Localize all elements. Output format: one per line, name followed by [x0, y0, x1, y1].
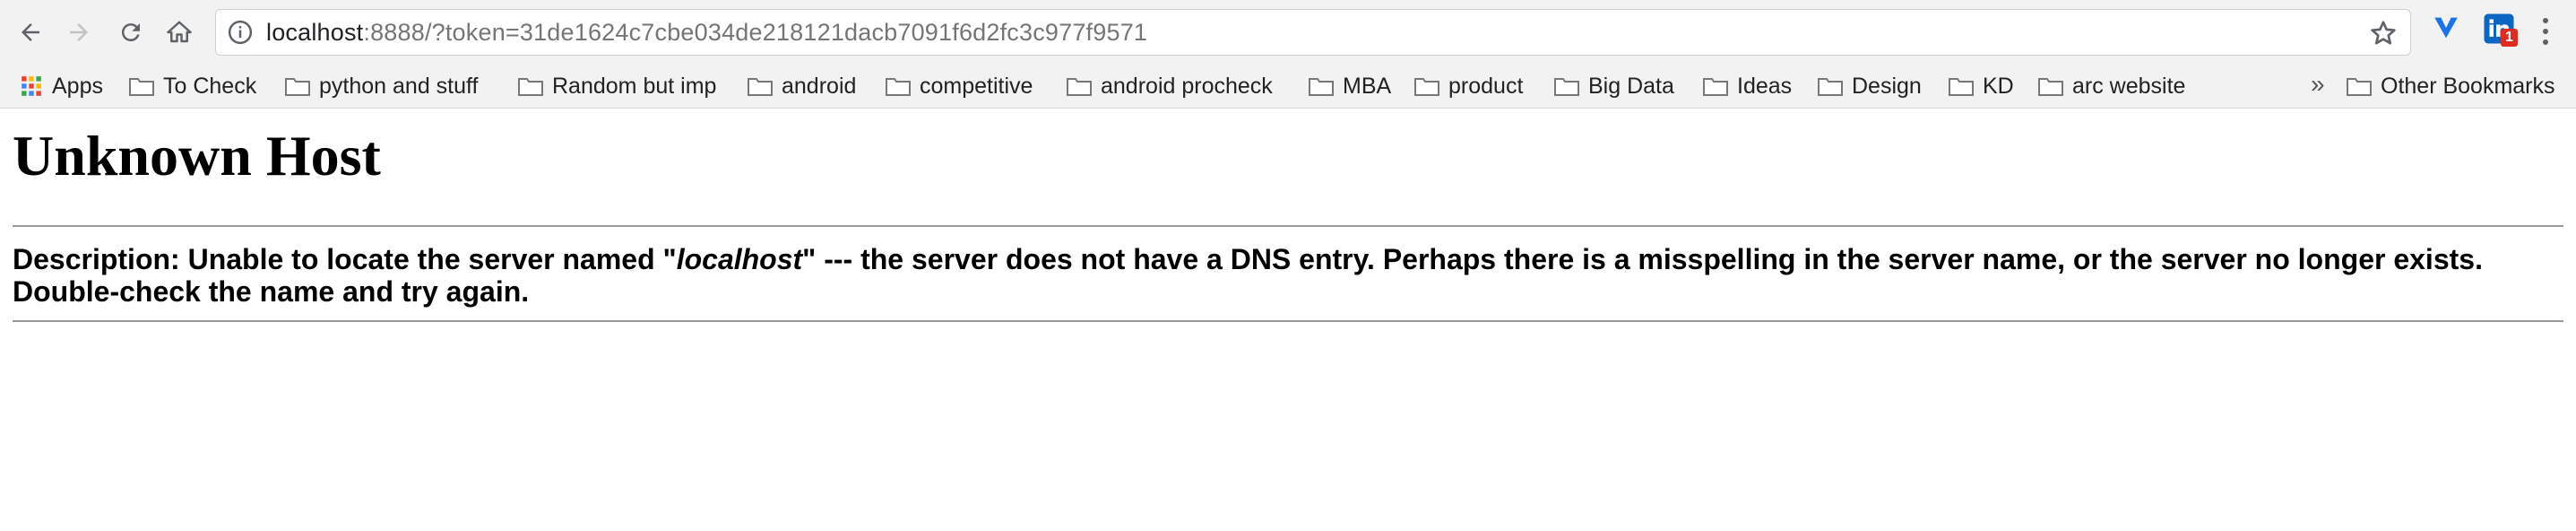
folder-icon: [1309, 78, 1334, 96]
error-description: Description: Unable to locate the server…: [13, 243, 2563, 308]
description-host: localhost: [676, 243, 803, 276]
bookmark-label: Apps: [52, 73, 103, 99]
folder-icon: [1703, 78, 1728, 96]
arrow-left-icon: [22, 23, 39, 41]
bookmark-folder-mba[interactable]: MBA: [1309, 72, 1391, 100]
folder-icon: [129, 78, 154, 96]
bookmark-label: To Check: [163, 73, 257, 99]
folder-icon: [1414, 78, 1439, 96]
folder-icon: [1554, 78, 1579, 96]
bookmark-label: Ideas: [1737, 73, 1793, 99]
bookmark-other-bookmarks[interactable]: Other Bookmarks: [2347, 72, 2555, 100]
folder-icon: [1818, 78, 1843, 96]
folder-icon: [2347, 78, 2372, 96]
bookmark-label: product: [1448, 73, 1524, 99]
forward-button[interactable]: [61, 14, 97, 50]
bookmark-label: Big Data: [1588, 73, 1674, 99]
reload-button[interactable]: [113, 14, 149, 50]
bookmark-label: arc website: [2072, 73, 2186, 99]
bookmark-folder-random-but-imp[interactable]: Random but imp: [518, 72, 716, 100]
vpn-extension-icon[interactable]: [2431, 13, 2461, 43]
bookmark-folder-arc-website[interactable]: arc website: [2038, 72, 2185, 100]
description-line2: Double-check the name and try again.: [13, 275, 530, 309]
bookmark-folder-to-check[interactable]: To Check: [129, 72, 256, 100]
page-title: Unknown Host: [13, 124, 381, 187]
bookmark-folder-android[interactable]: android: [748, 72, 856, 100]
home-icon: [167, 21, 192, 43]
bookmark-folder-big-data[interactable]: Big Data: [1554, 72, 1674, 100]
menu-dots-icon: [2543, 18, 2548, 45]
divider: [13, 225, 2563, 228]
bookmark-folder-python-and-stuff[interactable]: python and stuff: [285, 72, 478, 100]
url-host: localhost: [266, 18, 364, 46]
folder-icon: [2038, 78, 2063, 96]
folder-icon: [1067, 78, 1092, 96]
browser-menu-button[interactable]: [2537, 14, 2554, 50]
bookmark-label: Other Bookmarks: [2381, 73, 2555, 99]
arrow-right-icon: [70, 23, 88, 41]
bookmark-folder-competitive[interactable]: competitive: [886, 72, 1033, 100]
folder-icon: [748, 78, 773, 96]
bookmark-folder-kd[interactable]: KD: [1949, 72, 2014, 100]
bookmark-folder-design[interactable]: Design: [1818, 72, 1922, 100]
folder-icon: [285, 78, 310, 96]
linkedin-extension-button[interactable]: 1: [2483, 13, 2520, 48]
bookmark-label: android: [782, 73, 857, 99]
bookmark-label: competitive: [920, 73, 1033, 99]
bookmark-folder-product[interactable]: product: [1414, 72, 1523, 100]
divider: [13, 320, 2563, 323]
address-bar[interactable]: localhost:8888/?token=31de1624c7cbe034de…: [215, 9, 2411, 56]
bookmarks-overflow-chevron[interactable]: »: [2311, 70, 2325, 99]
url-path: :8888/?token=31de1624c7cbe034de218121dac…: [363, 18, 1148, 46]
page-content: Unknown Host Description: Unable to loca…: [0, 124, 2576, 323]
bookmark-label: Random but imp: [552, 73, 717, 99]
bookmark-star-icon[interactable]: [2369, 19, 2398, 48]
folder-icon: [518, 78, 543, 96]
info-icon[interactable]: [227, 19, 254, 46]
description-prefix: Description: Unable to locate the server…: [13, 243, 677, 276]
notification-badge: 1: [2501, 29, 2518, 47]
description-suffix: " --- the server does not have a DNS ent…: [802, 243, 2483, 276]
bookmark-label: KD: [1983, 73, 2014, 99]
bookmark-label: android procheck: [1101, 73, 1273, 99]
apps-grid-icon: [22, 76, 41, 96]
folder-icon: [886, 78, 911, 96]
bookmark-label: python and stuff: [319, 73, 479, 99]
bookmark-label: MBA: [1343, 73, 1392, 99]
bookmark-label: Design: [1852, 73, 1922, 99]
reload-icon: [121, 23, 140, 42]
browser-toolbar: localhost:8888/?token=31de1624c7cbe034de…: [0, 0, 2576, 65]
folder-icon: [1949, 78, 1974, 96]
bookmark-apps[interactable]: Apps: [20, 72, 103, 100]
home-button[interactable]: [161, 14, 197, 50]
back-button[interactable]: [13, 14, 48, 50]
bookmark-folder-android-procheck[interactable]: android procheck: [1067, 72, 1273, 100]
bookmarks-bar: Apps To Check python and stuff Random bu…: [0, 65, 2576, 109]
bookmark-folder-ideas[interactable]: Ideas: [1703, 72, 1792, 100]
address-url[interactable]: localhost:8888/?token=31de1624c7cbe034de…: [266, 19, 1147, 47]
